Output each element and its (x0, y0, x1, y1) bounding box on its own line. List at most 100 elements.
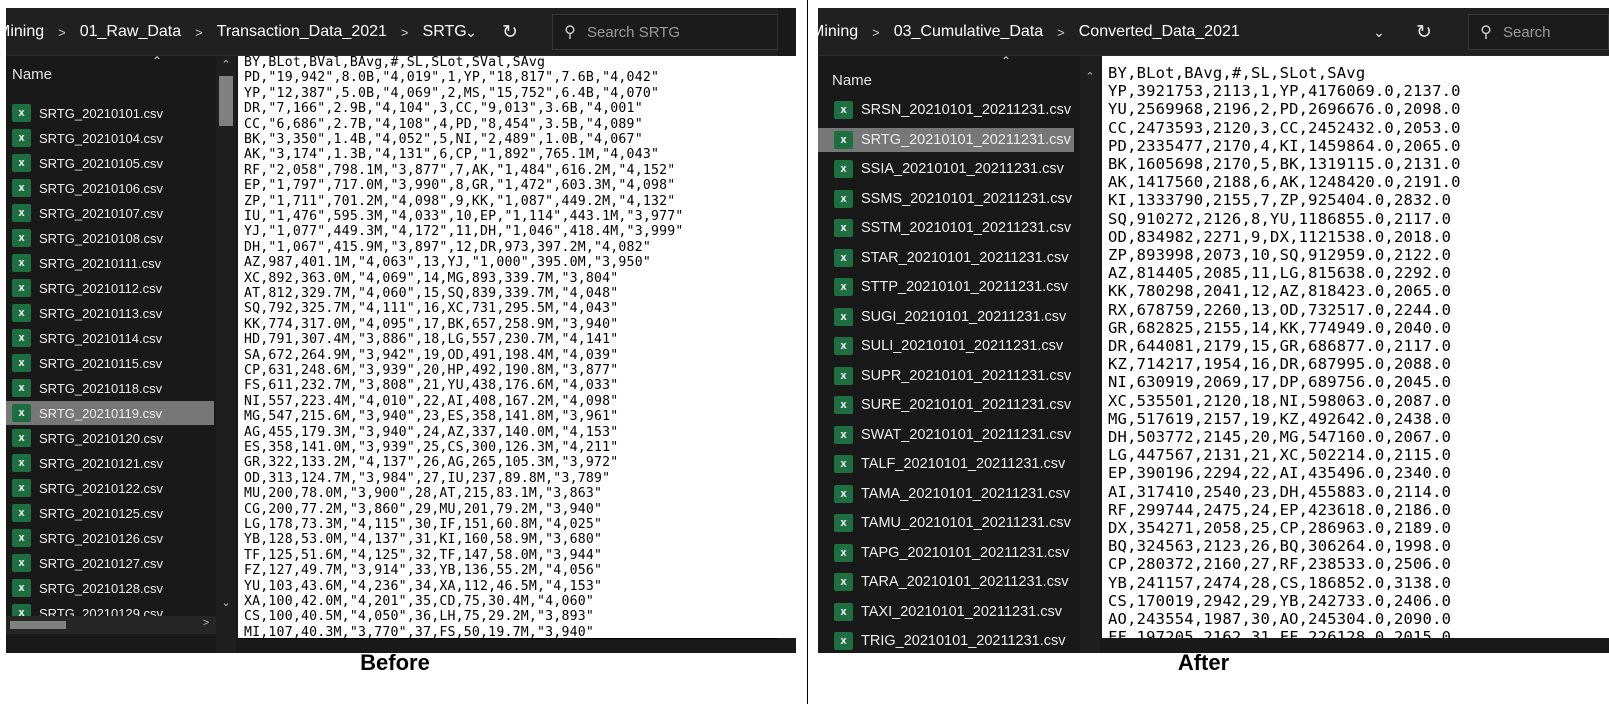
file-list-item[interactable]: x SRTG_20210107.csv (6, 201, 214, 225)
text-line: FS,611,232.7M,"3,808",21,YU,438,176.6M,"… (244, 378, 619, 394)
text-line: OD,834982,2271,9,DX,1121538.0,2018.0 (1108, 227, 1452, 246)
chevron-down-icon[interactable]: ⌄ (218, 596, 234, 609)
file-list-item[interactable]: x SRSN_20210101_20211231.csv (818, 98, 1074, 122)
file-list-item[interactable]: x SRTG_20210127.csv (6, 551, 214, 575)
scrollbar-thumb[interactable] (10, 621, 66, 629)
horizontal-scrollbar[interactable]: > (6, 616, 216, 634)
vertical-scrollbar[interactable]: ⌃ ⌄ (216, 56, 236, 653)
file-name: SRTG_20210122.csv (39, 480, 164, 496)
file-name: SRTG_20210101_20211231.csv (861, 131, 1071, 148)
file-list-item[interactable]: x SSIA_20210101_20211231.csv (818, 157, 1074, 181)
text-line: BY,BLot,BAvg,#,SL,SLot,SAvg (1108, 64, 1366, 82)
chevron-up-icon[interactable]: ⌃ (1082, 70, 1098, 83)
text-line: GR,682825,2155,14,KK,774949.0,2040.0 (1108, 318, 1452, 337)
file-list-item[interactable]: x SRTG_20210101.csv (6, 101, 214, 125)
text-viewer[interactable]: BY,BLot,BVal,BAvg,#,SL,SLot,SVal,SAvg PD,… (238, 56, 796, 638)
text-line: TF,125,51.6M,"4,125",32,TF,147,58.0M,"3,… (244, 547, 603, 563)
file-list-item[interactable]: x SRTG_20210125.csv (6, 501, 214, 525)
file-list-pane: Name ⌃ x SRTG_20210101.csv x SRTG_20210104.… (6, 56, 236, 653)
excel-file-icon: x (12, 454, 31, 472)
text-line: XC,535501,2120,18,NI,598063.0,2087.0 (1108, 391, 1452, 410)
file-name: TAPG_20210101_20211231.csv (861, 544, 1070, 561)
breadcrumb-item[interactable]: Mining (818, 23, 858, 41)
breadcrumb-item[interactable]: Transaction_Data_2021 (217, 23, 387, 41)
file-list-item[interactable]: x TALF_20210101_20211231.csv (818, 452, 1074, 476)
chevron-right-icon: > (400, 24, 409, 40)
file-list-item[interactable]: x SWAT_20210101_20211231.csv (818, 423, 1074, 447)
file-list-item[interactable]: x SRTG_20210122.csv (6, 476, 214, 500)
file-list-item[interactable]: x SRTG_20210101_20211231.csv (818, 127, 1074, 152)
file-name: SUPR_20210101_20211231.csv (861, 367, 1072, 384)
text-viewer[interactable]: BY,BLot,BAvg,#,SL,SLot,SAvg YP,3921753,21… (1102, 56, 1609, 638)
chevron-down-icon[interactable]: ⌄ (456, 8, 486, 56)
breadcrumb-item[interactable]: Converted_Data_2021 (1079, 23, 1240, 41)
chevron-up-icon: ⌃ (152, 56, 163, 68)
file-list-item[interactable]: x SRTG_20210111.csv (6, 251, 214, 275)
breadcrumb-item[interactable]: 03_Cumulative_Data (894, 23, 1043, 41)
file-name: SRTG_20210108.csv (39, 230, 164, 246)
text-line: AZ,987,401.1M,"4,063",13,YJ,"1,000",395.… (244, 255, 651, 271)
chevron-up-icon[interactable]: ⌃ (218, 58, 234, 71)
file-list-item[interactable]: x SUGI_20210101_20211231.csv (818, 305, 1074, 329)
text-line: YU,2569968,2196,2,PD,2696676.0,2098.0 (1108, 100, 1461, 119)
excel-file-icon: x (12, 329, 31, 347)
file-list-item[interactable]: x TAXI_20210101_20211231.csv (818, 600, 1074, 624)
file-list-item[interactable]: x SSTM_20210101_20211231.csv (818, 216, 1074, 240)
file-list-item[interactable]: x SUPR_20210101_20211231.csv (818, 364, 1074, 388)
chevron-up-icon: ⌃ (1001, 56, 1012, 68)
text-line: AG,455,179.3M,"3,940",24,AZ,337,140.0M,"… (244, 424, 619, 440)
file-list-item[interactable]: x SRTG_20210104.csv (6, 126, 214, 150)
file-list-item[interactable]: x SULI_20210101_20211231.csv (818, 334, 1074, 358)
vertical-scrollbar[interactable]: ⌃ (1080, 56, 1100, 653)
file-list-item[interactable]: x SRTG_20210126.csv (6, 526, 214, 550)
scrollbar-thumb[interactable] (219, 76, 233, 126)
text-line: CP,280372,2160,27,RF,238533.0,2506.0 (1108, 555, 1452, 574)
file-list-item[interactable]: x SRTG_20210120.csv (6, 426, 214, 450)
breadcrumb-item[interactable]: Mining (6, 23, 44, 41)
file-list-item[interactable]: x TAPG_20210101_20211231.csv (818, 541, 1074, 565)
caption-before: Before (360, 650, 430, 675)
file-list-item[interactable]: x SRTG_20210108.csv (6, 226, 214, 250)
chevron-down-icon[interactable]: ⌄ (1364, 8, 1394, 56)
excel-file-icon: x (12, 354, 31, 372)
file-list-item[interactable]: x SRTG_20210112.csv (6, 276, 214, 300)
name-column-header[interactable]: Name (12, 56, 212, 92)
file-name: SRTG_20210104.csv (39, 130, 164, 146)
text-line: FF,197205,2162,31,FF,226128.0,2015.0 (1108, 628, 1452, 638)
search-input[interactable]: ⚲ Search (1468, 14, 1609, 50)
file-list-item[interactable]: x TARA_20210101_20211231.csv (818, 570, 1074, 594)
name-column-header[interactable]: Name (832, 62, 1072, 98)
chevron-right-icon[interactable]: > (198, 617, 214, 629)
file-list-item[interactable]: x SRTG_20210121.csv (6, 451, 214, 475)
file-list-item[interactable]: x SRTG_20210115.csv (6, 351, 214, 375)
file-list-item[interactable]: x SRTG_20210119.csv (6, 401, 214, 425)
file-list-item[interactable]: x TAMU_20210101_20211231.csv (818, 511, 1074, 535)
text-line: YU,103,43.6M,"4,236",34,XA,112,46.5M,"4,… (244, 578, 603, 594)
text-line: CS,100,40.5M,"4,050",36,LH,75,29.2M,"3,8… (244, 609, 595, 625)
file-list-item[interactable]: x SSMS_20210101_20211231.csv (818, 187, 1074, 211)
refresh-icon[interactable]: ↻ (492, 8, 528, 56)
excel-file-icon: x (12, 254, 31, 272)
file-list-item[interactable]: x STAR_20210101_20211231.csv (818, 246, 1074, 270)
file-list-item[interactable]: x SRTG_20210106.csv (6, 176, 214, 200)
file-name: SSTM_20210101_20211231.csv (861, 220, 1072, 236)
file-list-item[interactable]: x TAMA_20210101_20211231.csv (818, 482, 1074, 506)
search-input[interactable]: ⚲ Search SRTG (552, 14, 778, 50)
search-icon: ⚲ (564, 24, 576, 41)
text-line: EP,390196,2294,22,AI,435496.0,2340.0 (1108, 464, 1452, 483)
refresh-icon[interactable]: ↻ (1406, 8, 1442, 56)
text-line: HD,791,307.4M,"3,886",18,LG,557,230.7M,"… (244, 332, 619, 348)
excel-file-icon: x (12, 229, 31, 247)
text-line: SQ,792,325.7M,"4,111",16,XC,731,295.5M,"… (244, 301, 619, 317)
file-list-item[interactable]: x SRTG_20210114.csv (6, 326, 214, 350)
file-name: TAMA_20210101_20211231.csv (861, 485, 1071, 502)
file-list-item[interactable]: x SURE_20210101_20211231.csv (818, 393, 1074, 417)
file-name: SRTG_20210105.csv (39, 155, 164, 171)
breadcrumb-item[interactable]: 01_Raw_Data (80, 23, 181, 41)
file-list-item[interactable]: x SRTG_20210105.csv (6, 151, 214, 175)
text-line: KK,774,317.0M,"4,095",17,BK,657,258.9M,"… (244, 316, 619, 332)
file-list-item[interactable]: x STTP_20210101_20211231.csv (818, 275, 1074, 299)
file-list-item[interactable]: x SRTG_20210118.csv (6, 376, 214, 400)
file-list-item[interactable]: x SRTG_20210128.csv (6, 576, 214, 600)
file-list-item[interactable]: x SRTG_20210113.csv (6, 301, 214, 325)
